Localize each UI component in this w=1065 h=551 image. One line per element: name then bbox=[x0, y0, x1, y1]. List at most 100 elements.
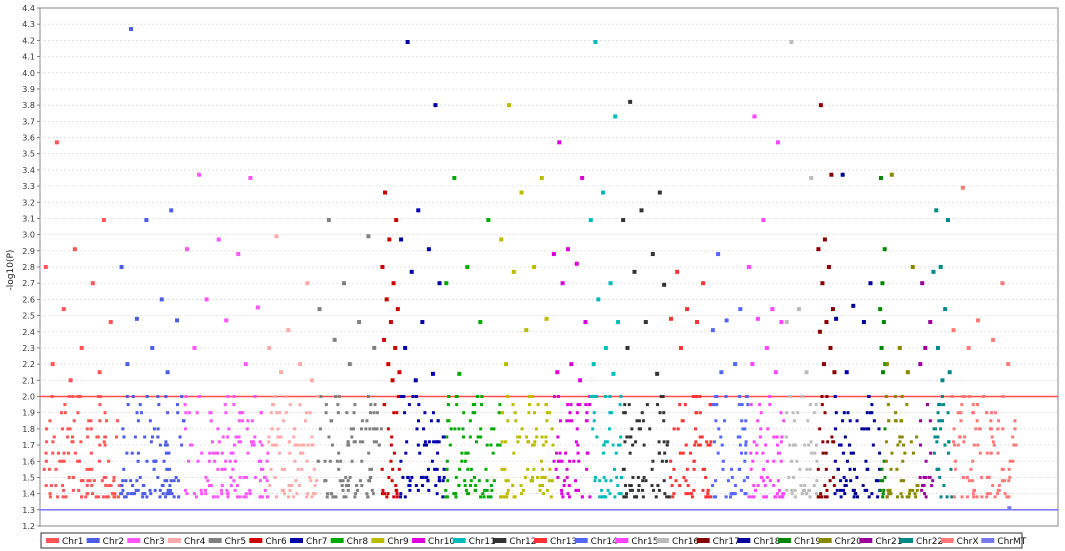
data-point bbox=[881, 492, 885, 496]
data-point bbox=[724, 395, 728, 398]
data-point bbox=[746, 265, 751, 269]
data-point bbox=[577, 459, 581, 463]
data-point bbox=[908, 488, 912, 492]
data-point bbox=[405, 39, 410, 44]
data-point bbox=[879, 345, 884, 350]
data-point bbox=[113, 495, 117, 499]
data-point bbox=[484, 467, 488, 471]
data-point bbox=[656, 403, 660, 407]
data-point bbox=[724, 495, 728, 499]
data-point bbox=[98, 403, 102, 407]
data-point bbox=[910, 265, 915, 269]
data-point bbox=[903, 451, 907, 455]
y-tick-label: 1.4 bbox=[22, 490, 35, 499]
data-point bbox=[595, 435, 599, 439]
data-point bbox=[504, 362, 509, 367]
data-point bbox=[492, 427, 496, 431]
legend-label: Chr20 bbox=[835, 537, 862, 547]
data-point bbox=[336, 411, 340, 415]
data-point bbox=[968, 395, 972, 398]
data-point bbox=[563, 479, 567, 483]
data-point bbox=[670, 484, 674, 488]
data-point bbox=[721, 467, 725, 471]
data-point bbox=[192, 345, 197, 350]
data-point bbox=[662, 479, 666, 483]
data-point bbox=[962, 475, 966, 479]
data-point bbox=[778, 495, 782, 499]
data-point bbox=[246, 451, 250, 455]
y-tick-label: 3.8 bbox=[22, 101, 35, 110]
data-point bbox=[625, 435, 629, 439]
data-point bbox=[746, 475, 750, 479]
legend-swatch bbox=[859, 538, 873, 543]
data-point bbox=[719, 370, 724, 375]
data-point bbox=[628, 99, 633, 104]
data-point bbox=[611, 371, 616, 376]
data-point bbox=[411, 395, 415, 398]
data-point bbox=[691, 395, 695, 398]
data-point bbox=[1003, 479, 1007, 483]
data-point bbox=[71, 488, 75, 492]
data-point bbox=[300, 467, 304, 471]
data-point bbox=[511, 484, 515, 488]
data-point bbox=[305, 281, 310, 286]
data-point bbox=[768, 395, 772, 398]
data-point bbox=[762, 467, 766, 471]
data-point bbox=[644, 479, 648, 483]
data-point bbox=[395, 411, 399, 415]
y-tick-label: 1.2 bbox=[22, 522, 35, 531]
data-point bbox=[390, 479, 394, 483]
data-point bbox=[592, 411, 596, 415]
data-point bbox=[565, 475, 569, 479]
data-point bbox=[103, 443, 107, 447]
data-point bbox=[881, 320, 886, 325]
data-point bbox=[706, 443, 710, 447]
data-point bbox=[125, 362, 130, 367]
data-point bbox=[491, 451, 495, 455]
data-point bbox=[126, 492, 130, 496]
data-point bbox=[639, 208, 644, 213]
data-point bbox=[834, 427, 838, 431]
data-point bbox=[383, 190, 388, 195]
data-point bbox=[324, 403, 328, 407]
data-point bbox=[619, 435, 623, 439]
data-point bbox=[269, 467, 273, 471]
data-point bbox=[452, 492, 456, 496]
data-point bbox=[420, 320, 425, 325]
data-point bbox=[469, 467, 473, 471]
data-point bbox=[297, 443, 301, 447]
data-point bbox=[309, 479, 313, 483]
data-point bbox=[838, 488, 842, 492]
data-point bbox=[485, 443, 489, 447]
data-point bbox=[716, 451, 720, 455]
data-point bbox=[918, 443, 922, 447]
data-point bbox=[178, 435, 182, 439]
data-point bbox=[787, 475, 791, 479]
legend-label: Chr15 bbox=[631, 537, 658, 547]
data-point bbox=[551, 252, 556, 257]
data-point bbox=[683, 403, 687, 407]
data-point bbox=[616, 320, 621, 325]
data-point bbox=[415, 427, 419, 431]
data-point bbox=[104, 475, 108, 479]
data-point bbox=[855, 495, 859, 499]
data-point bbox=[568, 495, 572, 499]
data-point bbox=[711, 484, 715, 488]
data-point bbox=[555, 451, 559, 455]
data-point bbox=[987, 475, 991, 479]
y-tick-label: 3.4 bbox=[22, 166, 35, 175]
data-point bbox=[305, 495, 309, 499]
data-point bbox=[163, 443, 167, 447]
data-point bbox=[251, 440, 255, 444]
data-point bbox=[855, 419, 859, 423]
data-point bbox=[1001, 467, 1005, 471]
legend-swatch bbox=[290, 538, 303, 543]
data-point bbox=[833, 459, 837, 463]
data-point bbox=[115, 435, 119, 439]
data-point bbox=[284, 411, 288, 415]
data-point bbox=[384, 297, 389, 302]
data-point bbox=[306, 443, 310, 447]
data-point bbox=[108, 320, 113, 325]
data-point bbox=[238, 475, 242, 479]
data-point bbox=[90, 467, 94, 471]
